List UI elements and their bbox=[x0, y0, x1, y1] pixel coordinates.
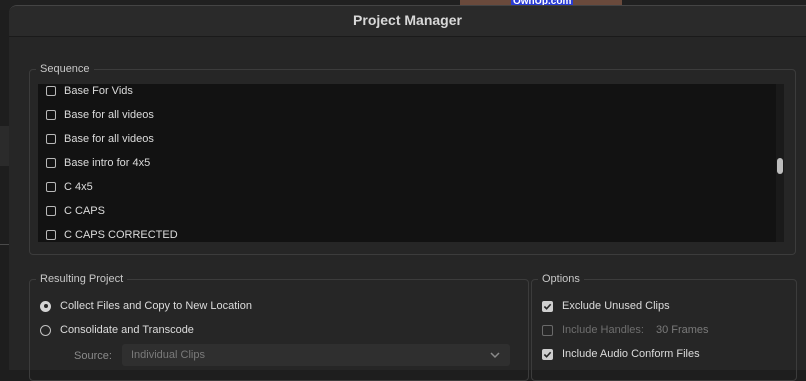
exclude-unused-checkbox[interactable] bbox=[542, 300, 553, 312]
dialog-title: Project Manager bbox=[9, 6, 806, 37]
consolidate-label: Consolidate and Transcode bbox=[60, 324, 194, 336]
background-divider bbox=[0, 244, 9, 245]
sequence-checkbox[interactable] bbox=[46, 134, 56, 144]
sequence-item[interactable]: C CAPS bbox=[46, 202, 105, 220]
sequence-item[interactable]: Base for all videos bbox=[46, 106, 154, 124]
sequence-item-label: Base intro for 4x5 bbox=[64, 157, 151, 169]
sequence-item-label: C CAPS bbox=[64, 205, 105, 217]
sequence-scrollbar[interactable] bbox=[776, 84, 784, 242]
sequence-group: Sequence Base For Vids Base for all vide… bbox=[29, 61, 796, 255]
chevron-down-icon bbox=[490, 352, 500, 359]
sequence-item[interactable]: Base for all videos bbox=[46, 130, 154, 148]
handles-frames-value[interactable]: 30 Frames bbox=[656, 324, 709, 336]
consolidate-radio[interactable] bbox=[40, 324, 51, 336]
sequence-list[interactable]: Base For Vids Base for all videos Base f… bbox=[38, 84, 776, 242]
source-label: Source: bbox=[74, 350, 112, 362]
sequence-item-label: Base For Vids bbox=[64, 85, 133, 97]
collect-files-option[interactable]: Collect Files and Copy to New Location bbox=[40, 297, 252, 315]
sequence-checkbox[interactable] bbox=[46, 182, 56, 192]
resulting-project-group: Resulting Project Collect Files and Copy… bbox=[29, 271, 529, 381]
collect-files-radio[interactable] bbox=[40, 300, 51, 312]
sequence-item[interactable]: Base For Vids bbox=[46, 84, 133, 100]
source-select-value: Individual Clips bbox=[131, 349, 205, 361]
scrollbar-thumb[interactable] bbox=[777, 158, 783, 174]
sequence-checkbox[interactable] bbox=[46, 110, 56, 120]
sequence-checkbox[interactable] bbox=[46, 86, 56, 96]
include-handles-option[interactable]: Include Handles: 30 Frames bbox=[542, 321, 709, 339]
sequence-item[interactable]: C 4x5 bbox=[46, 178, 93, 196]
sequence-checkbox[interactable] bbox=[46, 230, 56, 240]
resulting-project-legend: Resulting Project bbox=[36, 271, 128, 287]
include-handles-label: Include Handles: bbox=[562, 324, 644, 336]
collect-files-label: Collect Files and Copy to New Location bbox=[60, 300, 252, 312]
sequence-checkbox[interactable] bbox=[46, 206, 56, 216]
source-select[interactable]: Individual Clips bbox=[122, 344, 510, 366]
checkmark-icon bbox=[543, 351, 552, 358]
sequence-checkbox[interactable] bbox=[46, 158, 56, 168]
include-audio-conform-checkbox[interactable] bbox=[542, 348, 553, 360]
include-handles-checkbox[interactable] bbox=[542, 324, 553, 336]
exclude-unused-option[interactable]: Exclude Unused Clips bbox=[542, 297, 670, 315]
sequence-legend: Sequence bbox=[36, 61, 94, 77]
exclude-unused-label: Exclude Unused Clips bbox=[562, 300, 670, 312]
sequence-item[interactable]: C CAPS CORRECTED bbox=[46, 226, 178, 242]
checkmark-icon bbox=[543, 303, 552, 310]
sequence-item[interactable]: Base intro for 4x5 bbox=[46, 154, 150, 172]
background-left-panel bbox=[0, 126, 9, 166]
include-audio-conform-option[interactable]: Include Audio Conform Files bbox=[542, 345, 700, 363]
sequence-item-label: Base for all videos bbox=[64, 133, 154, 145]
include-audio-conform-label: Include Audio Conform Files bbox=[562, 348, 700, 360]
sequence-item-label: Base for all videos bbox=[64, 109, 154, 121]
sequence-item-label: C 4x5 bbox=[64, 181, 93, 193]
sequence-item-label: C CAPS CORRECTED bbox=[64, 229, 178, 241]
options-group: Options Exclude Unused Clips Include Han… bbox=[531, 271, 797, 381]
project-manager-dialog: Project Manager Sequence Base For Vids B… bbox=[9, 5, 806, 381]
options-legend: Options bbox=[538, 271, 584, 287]
consolidate-option[interactable]: Consolidate and Transcode bbox=[40, 321, 194, 339]
